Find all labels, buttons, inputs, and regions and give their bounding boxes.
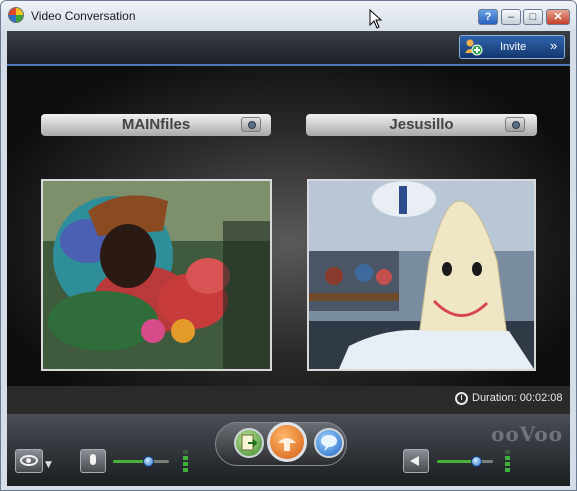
minimize-button[interactable]: – — [501, 9, 521, 25]
speaker-volume-slider[interactable] — [437, 456, 493, 467]
help-button[interactable]: ? — [478, 9, 498, 25]
video-frame-left — [43, 181, 270, 369]
duration-value: 00:02:08 — [519, 392, 563, 404]
title-bar[interactable]: Video Conversation ? – □ ✕ — [1, 1, 576, 31]
chevron-down-icon[interactable]: ▼ — [45, 460, 52, 470]
video-feed-right — [307, 179, 536, 371]
microphone-level-meter — [183, 450, 188, 472]
chat-button[interactable] — [314, 428, 344, 458]
invite-button[interactable]: Invite » — [459, 35, 565, 59]
conversation-area: Invite » MAINfiles Jesusillo Duration: 0… — [7, 31, 570, 486]
app-icon — [8, 7, 24, 23]
slider-thumb[interactable] — [471, 456, 482, 467]
microphone-volume-slider[interactable] — [113, 456, 169, 467]
invite-user-icon — [465, 39, 483, 56]
microphone-icon — [90, 454, 96, 465]
top-toolbar: Invite » — [7, 31, 570, 65]
video-feed-left — [41, 179, 272, 371]
video-stage: MAINfiles Jesusillo — [7, 66, 570, 386]
video-conversation-window: Video Conversation ? – □ ✕ Invite » MAIN… — [0, 0, 577, 491]
video-frame-right — [309, 181, 534, 369]
call-button[interactable] — [267, 422, 307, 462]
camera-icon[interactable] — [505, 117, 525, 132]
chat-icon — [321, 435, 337, 451]
brand-watermark: ooVoo — [491, 422, 564, 446]
double-chevron-right-icon: » — [550, 38, 558, 53]
participant-name-label: MAINfiles — [121, 116, 191, 133]
participant-name-left: MAINfiles — [41, 114, 271, 136]
clock-icon — [455, 392, 468, 405]
status-bar: Duration: 00:02:08 — [7, 386, 570, 414]
call-icon — [278, 438, 296, 451]
participant-name-right: Jesusillo — [306, 114, 537, 136]
call-controls: ▼ ooVoo — [7, 414, 570, 486]
mouse-cursor-icon — [369, 9, 383, 29]
send-file-button[interactable] — [234, 428, 264, 458]
microphone-mute-button[interactable] — [80, 449, 106, 473]
duration-text: Duration: 00:02:08 — [472, 392, 563, 404]
speaker-mute-button[interactable] — [403, 449, 429, 473]
slider-thumb[interactable] — [143, 456, 154, 467]
speaker-icon — [410, 456, 419, 466]
close-button[interactable]: ✕ — [546, 9, 570, 25]
send-file-icon — [241, 434, 258, 451]
duration-label: Duration: — [472, 392, 517, 404]
speaker-level-meter — [505, 450, 510, 472]
participant-name-label: Jesusillo — [389, 116, 454, 133]
camera-icon[interactable] — [241, 117, 261, 132]
eye-icon — [20, 455, 38, 466]
invite-label: Invite — [500, 41, 527, 53]
view-options-button[interactable] — [15, 449, 43, 473]
window-title: Video Conversation — [31, 9, 136, 23]
maximize-button[interactable]: □ — [523, 9, 543, 25]
